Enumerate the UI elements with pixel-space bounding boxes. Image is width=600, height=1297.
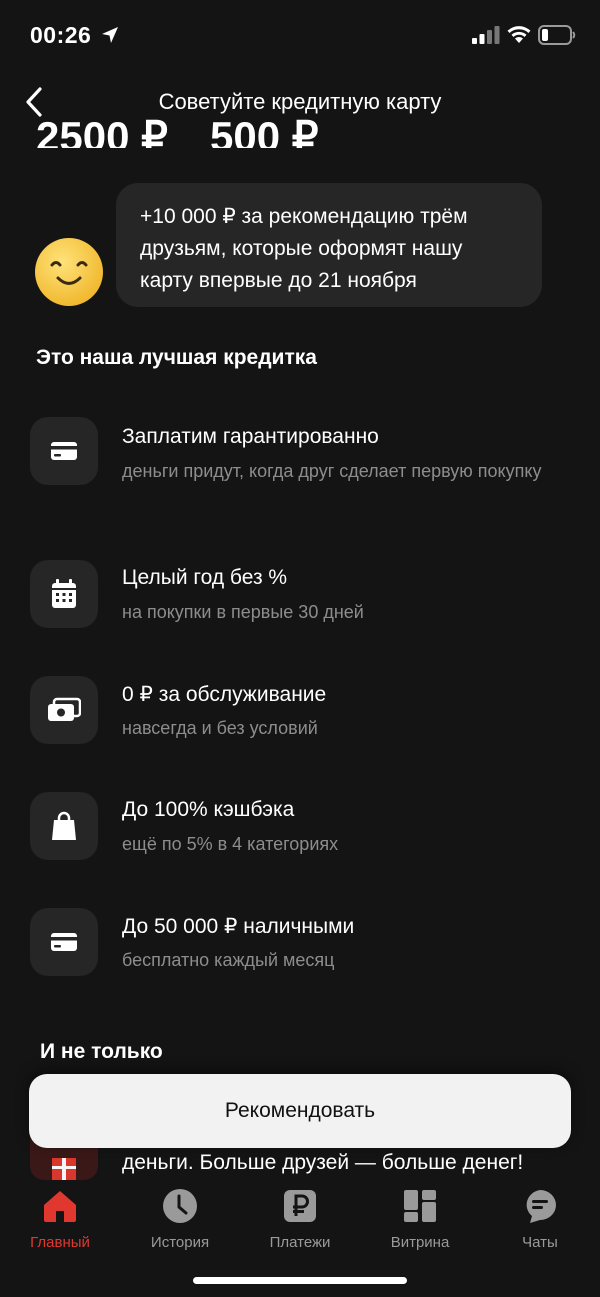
promo-bubble: +10 000 ₽ за рекомендацию трём друзьям, …: [116, 183, 542, 307]
feature-icon-box: [30, 908, 98, 976]
tab-history[interactable]: История: [120, 1186, 240, 1251]
feature-title: До 50 000 ₽ наличными: [122, 915, 355, 938]
feature-subtitle: деньги придут, когда друг сделает первую…: [122, 461, 542, 481]
section-title-secondary: И не только: [40, 1040, 163, 1063]
card-icon: [51, 933, 77, 951]
section-title: Это наша лучшая кредитка: [36, 346, 317, 369]
tab-label: Витрина: [390, 1234, 450, 1251]
wifi-icon: [507, 26, 531, 43]
feature-icon-box: [30, 792, 98, 860]
status-time: 00:26: [30, 22, 92, 48]
chat-icon: [520, 1186, 560, 1226]
feature-icon-box: [30, 560, 98, 628]
feature-subtitle: на покупки в первые 30 дней: [122, 602, 364, 622]
battery-icon: [538, 25, 576, 45]
smiley-face-icon: [35, 238, 103, 306]
feature-icon-box: [30, 676, 98, 744]
bonus-amount-left: 2500 ₽: [36, 113, 168, 148]
tab-chats[interactable]: Чаты: [480, 1186, 600, 1251]
tab-home[interactable]: Главный: [0, 1186, 120, 1251]
location-arrow-icon: [102, 27, 118, 43]
feature-title: Целый год без %: [122, 566, 288, 589]
bonus-amount-right: 500 ₽: [210, 113, 319, 148]
feature-title: До 100% кэшбэка: [122, 798, 295, 821]
tab-label: Платежи: [269, 1234, 331, 1251]
tab-payments[interactable]: Платежи: [240, 1186, 360, 1251]
showcase-icon: [400, 1186, 440, 1226]
partial-text: деньги. Больше друзей — больше денег!: [122, 1151, 524, 1174]
status-bar: 00:26: [0, 0, 600, 72]
clock-icon: [160, 1186, 200, 1226]
feature-subtitle: навсегда и без условий: [122, 718, 318, 738]
feature-subtitle: ещё по 5% в 4 категориях: [122, 834, 339, 854]
bonus-amounts: 2500 ₽ 500 ₽: [0, 108, 600, 148]
cash-icon: [48, 697, 81, 721]
home-indicator[interactable]: [193, 1277, 407, 1284]
feature-title: Заплатим гарантированно: [122, 425, 379, 448]
tab-label: Главный: [30, 1234, 90, 1251]
home-icon: [40, 1186, 80, 1226]
promo-message: +10 000 ₽ за рекомендацию трём друзьям, …: [0, 183, 600, 313]
calendar-icon: [52, 579, 76, 608]
ruble-icon: [280, 1186, 320, 1226]
card-icon: [51, 442, 77, 460]
tab-label: Чаты: [522, 1234, 558, 1251]
signal-icon: [472, 26, 500, 44]
feature-title: 0 ₽ за обслуживание: [122, 683, 327, 706]
feature-icon-box: [30, 417, 98, 485]
tab-showcase[interactable]: Витрина: [360, 1186, 480, 1251]
recommend-button[interactable]: Рекомендовать: [29, 1074, 571, 1148]
tab-label: История: [150, 1234, 210, 1251]
feature-subtitle: бесплатно каждый месяц: [122, 950, 335, 970]
shopping-bag-icon: [52, 811, 76, 840]
